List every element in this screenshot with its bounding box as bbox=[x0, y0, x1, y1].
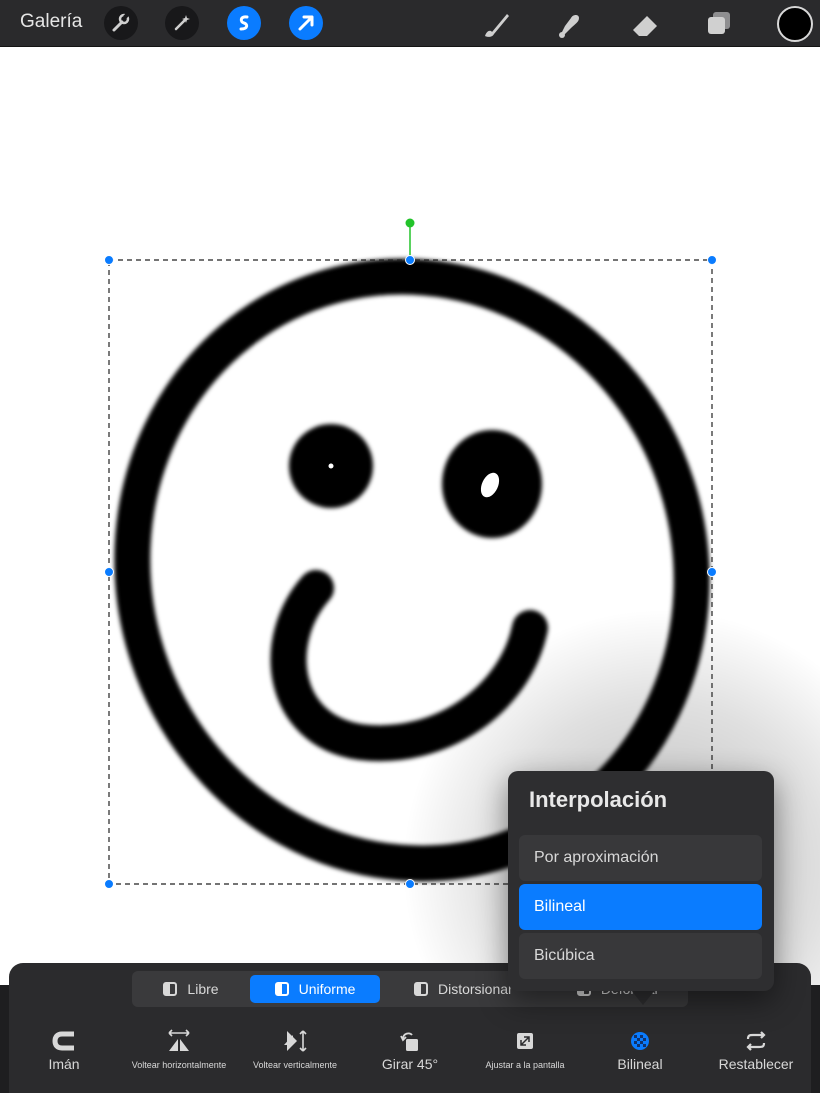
top-toolbar: Galería bbox=[0, 0, 820, 47]
interpolation-popover: Interpolación Por aproximación Bilineal … bbox=[508, 771, 774, 991]
reset-label: Restablecer bbox=[718, 1056, 794, 1072]
fit-screen-label: Ajustar a la pantalla bbox=[485, 1060, 565, 1070]
option-bicubica[interactable]: Bicúbica bbox=[519, 933, 762, 979]
magnet-label: Imán bbox=[48, 1056, 80, 1072]
reset-icon bbox=[701, 1028, 811, 1054]
handle-top[interactable] bbox=[405, 255, 415, 265]
transform-arrow-icon[interactable] bbox=[289, 6, 323, 40]
eraser-icon[interactable] bbox=[627, 6, 663, 42]
handle-bottom-left[interactable] bbox=[104, 879, 114, 889]
mode-distorsionar-label: Distorsionar bbox=[438, 981, 513, 997]
handle-top-left[interactable] bbox=[104, 255, 114, 265]
mode-libre-label: Libre bbox=[187, 981, 219, 997]
fit-screen-icon bbox=[470, 1028, 580, 1054]
gallery-button[interactable]: Galería bbox=[20, 11, 82, 33]
interpolation-label: Bilineal bbox=[617, 1056, 663, 1072]
interpolation-button[interactable]: Bilineal bbox=[585, 1028, 695, 1072]
rotation-handle[interactable] bbox=[405, 218, 415, 228]
reset-button[interactable]: Restablecer bbox=[701, 1028, 811, 1072]
mode-libre[interactable]: Libre bbox=[136, 975, 246, 1003]
flip-horizontal-icon bbox=[124, 1028, 234, 1054]
interpolation-icon bbox=[585, 1028, 695, 1054]
flip-vertical-icon bbox=[240, 1028, 350, 1054]
magnet-button[interactable]: Imán bbox=[9, 1028, 119, 1072]
layers-icon[interactable] bbox=[701, 6, 737, 42]
handle-right[interactable] bbox=[707, 567, 717, 577]
flip-horizontal-button[interactable]: Voltear horizontalmente bbox=[124, 1028, 234, 1070]
rotate-icon bbox=[355, 1028, 465, 1054]
mode-uniforme-label: Uniforme bbox=[298, 981, 356, 997]
brush-icon[interactable] bbox=[477, 6, 513, 42]
smudge-icon[interactable] bbox=[551, 6, 587, 42]
option-por-aproximacion[interactable]: Por aproximación bbox=[519, 835, 762, 881]
handle-left[interactable] bbox=[104, 567, 114, 577]
handle-top-right[interactable] bbox=[707, 255, 717, 265]
popover-title: Interpolación bbox=[529, 787, 668, 812]
mode-uniforme[interactable]: Uniforme bbox=[250, 975, 380, 1003]
selection-s-icon[interactable] bbox=[227, 6, 261, 40]
magic-wand-icon[interactable] bbox=[165, 6, 199, 40]
flip-horizontal-label: Voltear horizontalmente bbox=[131, 1060, 227, 1070]
rotate-button[interactable]: Girar 45° bbox=[355, 1028, 465, 1072]
mode-libre-icon bbox=[163, 982, 178, 996]
rotate-label: Girar 45° bbox=[381, 1056, 439, 1072]
flip-vertical-label: Voltear verticalmente bbox=[252, 1060, 338, 1070]
option-bilineal[interactable]: Bilineal bbox=[519, 884, 762, 930]
color-swatch[interactable] bbox=[777, 6, 813, 42]
mode-distorsionar-icon bbox=[414, 982, 428, 996]
magnet-icon bbox=[9, 1028, 119, 1054]
handle-bottom[interactable] bbox=[405, 879, 415, 889]
wrench-icon[interactable] bbox=[104, 6, 138, 40]
mode-uniforme-icon bbox=[274, 982, 289, 996]
fit-screen-button[interactable]: Ajustar a la pantalla bbox=[470, 1028, 580, 1070]
flip-vertical-button[interactable]: Voltear verticalmente bbox=[240, 1028, 350, 1070]
